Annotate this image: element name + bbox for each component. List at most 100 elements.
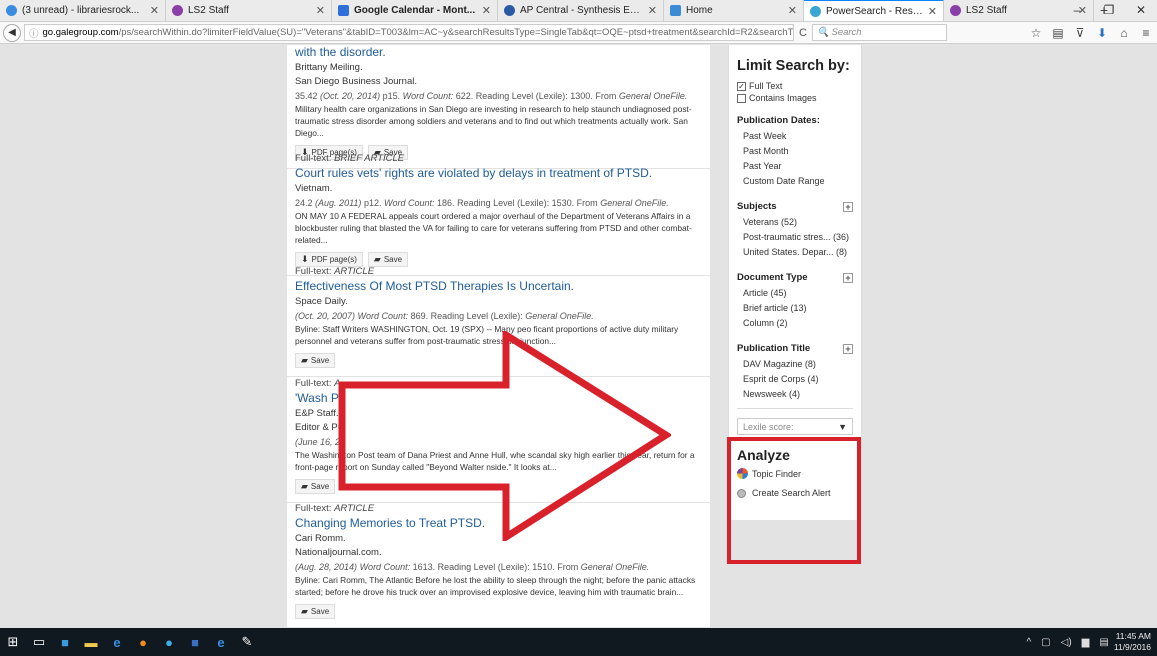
- pubtitle-option[interactable]: Newsweek (4): [737, 389, 853, 399]
- contains-images-checkbox[interactable]: Contains Images: [737, 93, 853, 103]
- page-content: with the disorder. Brittany Meiling. San…: [0, 45, 1157, 628]
- browser-tab-active[interactable]: PowerSearch - Results - B... ✕: [804, 0, 944, 21]
- restore-icon[interactable]: ❐: [1093, 0, 1125, 20]
- tab-favicon-icon: [338, 5, 349, 16]
- subject-option[interactable]: United States. Depar... (8): [737, 247, 853, 257]
- url-bar[interactable]: ⓘ go.galegroup.com/ps/searchWithin.do?li…: [24, 24, 794, 41]
- action-center-icon[interactable]: ▆: [1082, 637, 1090, 648]
- result-source: Nationaljournal.com.: [295, 547, 382, 558]
- result-title-link[interactable]: Court rules vets' rights are violated by…: [295, 166, 702, 180]
- people-app-icon[interactable]: ■: [52, 629, 78, 655]
- keyboard-icon[interactable]: ▤: [1099, 637, 1108, 648]
- download-icon[interactable]: ⬇: [1091, 26, 1113, 40]
- reload-icon[interactable]: C: [794, 27, 812, 39]
- home-icon[interactable]: ⌂: [1113, 26, 1135, 40]
- subject-option[interactable]: Veterans (52): [737, 217, 853, 227]
- doctype-option[interactable]: Column (2): [737, 318, 853, 328]
- bookmark-star-icon[interactable]: ☆: [1025, 26, 1047, 40]
- publication-dates-heading: Publication Dates:: [737, 115, 820, 126]
- pubtitle-option[interactable]: DAV Magazine (8): [737, 359, 853, 369]
- close-tab-icon[interactable]: ✕: [482, 4, 491, 17]
- doctype-option[interactable]: Article (45): [737, 288, 853, 298]
- save-button[interactable]: ▰ Save: [295, 604, 336, 619]
- network-icon[interactable]: ▢: [1041, 637, 1050, 648]
- result-meta: (Aug. 28, 2014) Word Count: 1613. Readin…: [295, 562, 650, 572]
- close-window-icon[interactable]: ✕: [1125, 0, 1157, 20]
- result-source: San Diego Business Journal.: [295, 76, 417, 87]
- doctype-option[interactable]: Brief article (13): [737, 303, 853, 313]
- subject-option[interactable]: Post-traumatic stres... (36): [737, 232, 853, 242]
- annotation-arrow: [338, 331, 671, 541]
- browser-tab[interactable]: (3 unread) - librariesrock... ✕: [0, 0, 166, 21]
- result-actions: ▰ Save: [295, 604, 702, 619]
- tab-favicon-icon: [810, 5, 821, 17]
- pub-date-option[interactable]: Past Year: [737, 161, 853, 171]
- limit-search-heading: Limit Search by:: [737, 58, 850, 74]
- paint-icon[interactable]: ✎: [234, 629, 260, 655]
- back-button[interactable]: ◀: [3, 23, 21, 42]
- close-tab-icon[interactable]: ✕: [928, 5, 937, 18]
- tray-chevron-icon[interactable]: ^: [1026, 637, 1031, 648]
- toolbar-icons: ☆ ▤ ⊽ ⬇ ⌂ ≡: [1025, 26, 1157, 40]
- expand-plus-icon[interactable]: +: [843, 272, 853, 283]
- clock[interactable]: 11:45 AM 11/9/2016: [1114, 631, 1151, 653]
- result-title-partial[interactable]: with the disorder.: [295, 45, 702, 59]
- subjects-heading: Subjects +: [737, 201, 853, 212]
- url-path: /ps/searchWithin.do?limiterFieldValue(SU…: [118, 27, 794, 38]
- browser-tab[interactable]: LS2 Staff ✕: [166, 0, 332, 21]
- browser-tab[interactable]: Home ✕: [664, 0, 804, 21]
- skype-icon[interactable]: ●: [156, 629, 182, 655]
- ie-icon[interactable]: e: [208, 629, 234, 655]
- word-icon[interactable]: ■: [182, 629, 208, 655]
- expand-plus-icon[interactable]: +: [843, 343, 853, 354]
- lexile-score-select[interactable]: Lexile score: ▼: [737, 418, 853, 435]
- pocket-icon[interactable]: ⊽: [1069, 26, 1091, 40]
- minimize-icon[interactable]: –: [1061, 0, 1093, 20]
- result-snippet: Military health care organizations in Sa…: [295, 104, 692, 138]
- result-author: Brittany Meiling.: [295, 62, 363, 73]
- checkbox-checked-icon: ✓: [737, 81, 746, 91]
- pub-date-option[interactable]: Past Week: [737, 131, 853, 141]
- pub-date-option[interactable]: Custom Date Range: [737, 176, 853, 186]
- browser-tab[interactable]: AP Central - Synthesis Ess... ✕: [498, 0, 664, 21]
- folder-icon: ▰: [301, 606, 308, 616]
- document-type-heading: Document Type +: [737, 272, 853, 283]
- expand-plus-icon[interactable]: +: [843, 201, 853, 212]
- close-tab-icon[interactable]: ✕: [316, 4, 325, 17]
- browser-tab[interactable]: Google Calendar - Mont... ✕: [332, 0, 498, 21]
- close-tab-icon[interactable]: ✕: [150, 4, 159, 17]
- volume-icon[interactable]: ◁): [1061, 637, 1072, 648]
- save-button[interactable]: ▰ Save: [295, 479, 336, 494]
- browser-nav-bar: ◀ ⓘ go.galegroup.com/ps/searchWithin.do?…: [0, 22, 1157, 44]
- tab-label: PowerSearch - Results - B...: [826, 5, 924, 17]
- close-tab-icon[interactable]: ✕: [648, 4, 657, 17]
- pub-date-option[interactable]: Past Month: [737, 146, 853, 156]
- tab-label: Google Calendar - Mont...: [354, 5, 476, 16]
- full-text-checkbox[interactable]: ✓ Full Text: [737, 81, 853, 91]
- pubtitle-option[interactable]: Esprit de Corps (4): [737, 374, 853, 384]
- chevron-down-icon: ▼: [838, 421, 847, 432]
- result-snippet: Byline: Cari Romm, The Atlantic Before h…: [295, 575, 696, 597]
- tab-label: LS2 Staff: [188, 5, 229, 16]
- close-tab-icon[interactable]: ✕: [788, 4, 797, 17]
- file-explorer-icon[interactable]: ▬: [78, 629, 104, 655]
- result-author: Vietnam.: [295, 183, 333, 194]
- tab-favicon-icon: [6, 5, 17, 16]
- tab-favicon-icon: [950, 5, 961, 16]
- save-button[interactable]: ▰ Save: [295, 353, 336, 368]
- system-tray: ^ ▢ ◁) ▆ ▤ 11:45 AM 11/9/2016: [1021, 631, 1157, 653]
- result-title-link[interactable]: Effectiveness Of Most PTSD Therapies Is …: [295, 279, 702, 293]
- browser-search-input[interactable]: 🔍 Search: [812, 24, 947, 41]
- reading-list-icon[interactable]: ▤: [1047, 26, 1069, 40]
- tab-favicon-icon: [172, 5, 183, 16]
- task-view-icon[interactable]: ▭: [26, 629, 52, 655]
- result-meta: 35.42 (Oct. 20, 2014) p15. Word Count: 6…: [295, 91, 688, 101]
- firefox-icon[interactable]: ●: [130, 629, 156, 655]
- site-info-icon[interactable]: ⓘ: [29, 26, 39, 40]
- publication-title-heading: Publication Title +: [737, 343, 853, 354]
- result-type: Full-text: BRIEF ARTICLE: [295, 153, 405, 164]
- edge-icon[interactable]: e: [104, 629, 130, 655]
- start-icon[interactable]: ⊞: [0, 629, 26, 655]
- result-item: Full-text: BRIEF ARTICLE Court rules vet…: [287, 147, 710, 276]
- menu-icon[interactable]: ≡: [1135, 26, 1157, 40]
